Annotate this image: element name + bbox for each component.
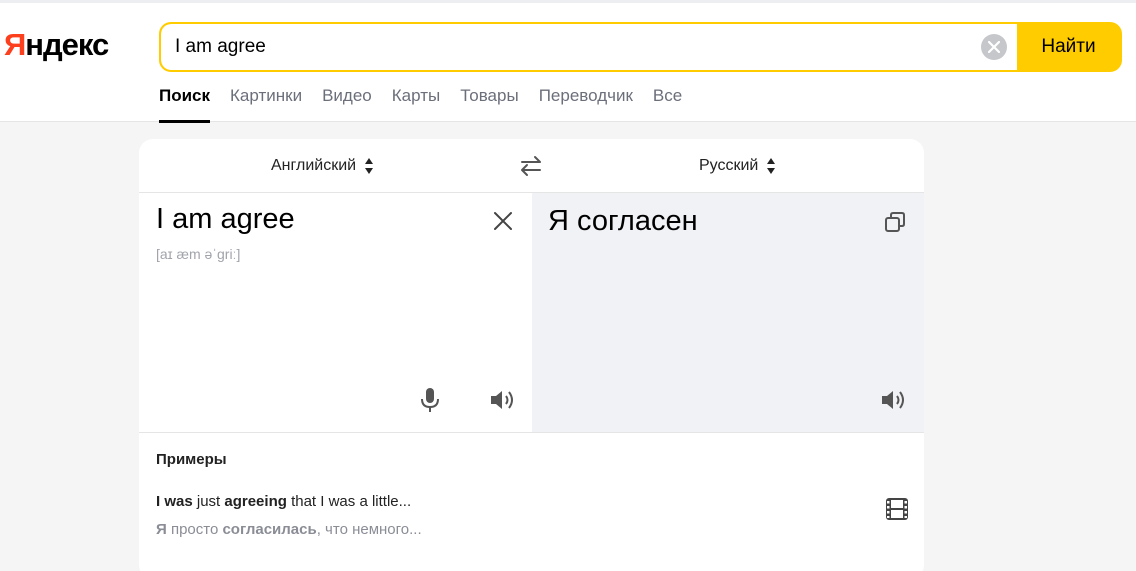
speaker-icon <box>882 391 904 409</box>
sort-arrows-icon <box>365 158 374 174</box>
example-source-text: just <box>192 493 225 510</box>
listen-source-button[interactable] <box>488 385 518 415</box>
target-text: Я согласен <box>548 205 698 237</box>
example-target[interactable]: Я просто согласилась, что немного... <box>156 521 422 538</box>
logo-rest: ндекс <box>25 27 109 62</box>
tab-maps[interactable]: Карты <box>392 86 440 123</box>
target-language-label: Русский <box>699 157 759 174</box>
search-field-wrap <box>161 24 1017 70</box>
microphone-button[interactable] <box>415 385 445 415</box>
logo-first-letter: Я <box>4 27 26 62</box>
example-source-highlight: agreeing <box>224 493 287 510</box>
tab-products[interactable]: Товары <box>460 86 518 123</box>
source-language-label: Английский <box>271 157 357 174</box>
target-pane: Я согласен <box>532 193 924 433</box>
source-text[interactable]: I am agree <box>156 203 295 236</box>
divider <box>139 432 924 433</box>
source-pane[interactable]: I am agree [aɪ æm əˈɡriː] <box>139 193 532 433</box>
target-language-select[interactable]: Русский <box>699 157 776 175</box>
tab-translator[interactable]: Переводчик <box>539 86 633 123</box>
language-bar: Английский Русский <box>139 139 924 193</box>
translator-card: Английский Русский I am agree [aɪ æm əˈɡ… <box>139 139 924 571</box>
example-target-text: просто <box>166 521 223 538</box>
yandex-logo[interactable]: Яндекс <box>4 27 109 63</box>
tab-images[interactable]: Картинки <box>230 86 302 123</box>
example-target-highlight: Я <box>156 521 167 538</box>
close-icon <box>988 41 1000 53</box>
swap-icon <box>521 156 541 176</box>
example-source-highlight: I was <box>156 493 193 510</box>
speaker-icon <box>491 391 513 409</box>
search-box: Найти <box>159 22 1122 72</box>
tab-search[interactable]: Поиск <box>159 86 211 123</box>
swap-languages-button[interactable] <box>519 155 543 182</box>
search-input[interactable] <box>175 24 965 70</box>
example-target-text: , что немного... <box>316 521 422 538</box>
header: Яндекс Найти Поиск Картинки Видео Карты … <box>0 0 1136 123</box>
clear-search-button[interactable] <box>981 34 1007 60</box>
sort-arrows-icon <box>767 158 776 174</box>
microphone-icon <box>421 388 439 412</box>
source-language-select[interactable]: Английский <box>271 157 374 175</box>
listen-target-button[interactable] <box>879 385 909 415</box>
copy-icon <box>885 212 905 232</box>
clear-source-button[interactable] <box>489 207 517 235</box>
example-target-highlight: согласилась <box>222 521 317 538</box>
transcription: [aɪ æm əˈɡriː] <box>156 246 241 262</box>
tab-all[interactable]: Все <box>653 86 682 123</box>
film-button[interactable] <box>882 494 912 524</box>
film-icon <box>886 498 908 520</box>
tab-video[interactable]: Видео <box>322 86 372 123</box>
search-nav: Поиск Картинки Видео Карты Товары Перево… <box>159 86 702 123</box>
search-button[interactable]: Найти <box>1017 24 1120 70</box>
close-icon <box>494 212 512 230</box>
examples-title: Примеры <box>156 451 227 468</box>
example-source-text: that I was a little... <box>286 493 412 510</box>
copy-button[interactable] <box>880 207 910 237</box>
example-source[interactable]: I was just agreeing that I was a little.… <box>156 493 411 510</box>
